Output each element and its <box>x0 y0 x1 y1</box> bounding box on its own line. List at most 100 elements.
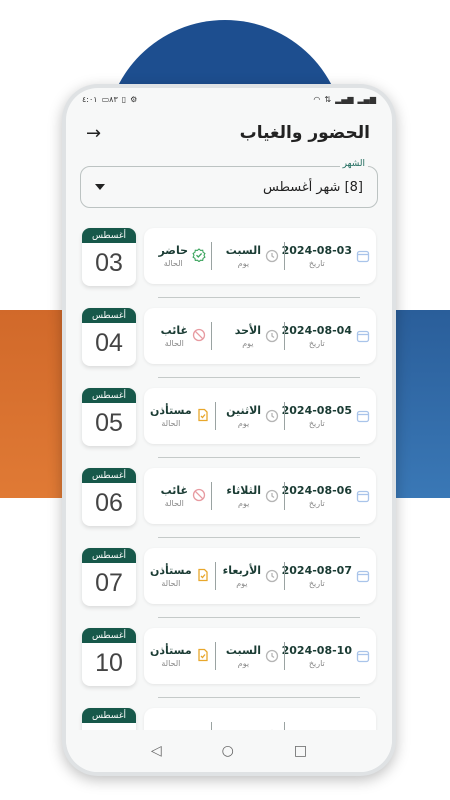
status-label: الحالة <box>164 339 184 348</box>
weekday-value: الثلاثاء <box>226 484 261 497</box>
status-label: الحالة <box>163 259 183 268</box>
status-cell: مستأذن الحالة <box>150 404 210 428</box>
attendance-row[interactable]: أغسطس 06 2024-08-06 تاريخ الثلاثاء يوم غ… <box>82 468 378 538</box>
attendance-row[interactable]: أغسطس 04 2024-08-04 تاريخ الأحد يوم غائب… <box>82 308 378 378</box>
clock-text: ٤:٠١ <box>82 94 98 104</box>
date-badge-month: أغسطس <box>82 468 136 483</box>
row-divider <box>158 297 360 298</box>
weekday-value: الأربعاء <box>222 564 262 577</box>
date-value: 2024-08-05 <box>281 404 352 417</box>
calendar-icon <box>356 490 370 503</box>
clock-icon <box>265 569 279 583</box>
divider <box>214 562 216 590</box>
row-divider <box>158 537 360 538</box>
clock-icon <box>265 329 279 343</box>
weekday-label: يوم <box>237 419 250 428</box>
attendance-row[interactable]: أغسطس 10 2024-08-10 تاريخ السبت يوم مستأ… <box>82 628 378 698</box>
app-header: الحضور والغياب → <box>66 110 392 156</box>
weekday-label: يوم <box>237 659 250 668</box>
status-value: مستأذن <box>150 404 192 417</box>
month-select[interactable]: [8] شهر أغسطس <box>80 166 378 208</box>
date-badge-month: أغسطس <box>82 388 136 403</box>
status-label: الحالة <box>164 499 184 508</box>
status-cell: مستأذن الحالة <box>150 564 210 588</box>
date-badge: أغسطس 06 <box>82 468 136 526</box>
date-badge-month: أغسطس <box>82 548 136 563</box>
weekday-label: يوم <box>237 259 250 268</box>
date-badge-month: أغسطس <box>82 708 136 723</box>
divider <box>284 402 285 430</box>
date-value: 2024-08-03 <box>281 244 352 257</box>
status-label: الحالة <box>161 579 181 588</box>
weekday-cell: الأحد يوم <box>217 324 279 348</box>
wifi-icon: ◠ <box>313 94 321 104</box>
status-cell: حاضر الحالة <box>150 244 206 268</box>
attendance-row[interactable]: أغسطس 05 2024-08-05 تاريخ الاثنين يوم مس… <box>82 388 378 458</box>
status-icon-slot <box>192 247 206 266</box>
check-badge-icon <box>192 247 206 262</box>
attendance-row[interactable]: أغسطس 07 2024-08-07 تاريخ الأربعاء يوم م… <box>82 548 378 618</box>
attendance-details: 2024-08-10 تاريخ السبت يوم مستأذن الحالة <box>144 628 376 684</box>
home-circle-icon[interactable]: ○ <box>222 743 234 759</box>
status-label: الحالة <box>161 419 181 428</box>
battery-level: ٨٣ <box>109 94 118 104</box>
divider <box>284 642 285 670</box>
back-arrow-icon[interactable]: → <box>86 123 101 144</box>
status-value: غائب <box>160 324 188 337</box>
page-title: الحضور والغياب <box>239 123 370 143</box>
signal-icon: ▂▄▆ <box>357 94 376 104</box>
date-badge-day: 05 <box>95 409 123 437</box>
data-speed-icon: ⇅ <box>324 94 332 104</box>
weekday-cell: الاثنين يوم <box>221 404 279 428</box>
status-value: مستأذن <box>150 644 192 657</box>
date-badge: أغسطس 04 <box>82 308 136 366</box>
calendar-icon <box>356 570 370 583</box>
date-badge-month: أغسطس <box>82 628 136 643</box>
date-cell: 2024-08-06 تاريخ <box>282 484 370 508</box>
date-label: تاريخ <box>308 579 325 588</box>
date-cell: 2024-08-05 تاريخ <box>282 404 370 428</box>
document-check-icon <box>198 408 208 421</box>
back-triangle-icon[interactable]: ◁ <box>151 743 162 759</box>
status-icon-slot <box>192 327 206 346</box>
date-value: 2024-08-10 <box>281 644 352 657</box>
document-check-icon <box>198 568 208 581</box>
date-badge: أغسطس 07 <box>82 548 136 606</box>
status-icon-slot <box>196 567 210 586</box>
background-blue-band <box>390 310 450 498</box>
weekday-value: الاثنين <box>226 404 262 417</box>
clock-icon <box>265 489 279 503</box>
attendance-details: 2024-08-04 تاريخ الأحد يوم غائب الحالة <box>144 308 376 364</box>
status-icon-slot <box>196 647 210 666</box>
attendance-details: 2024-08-06 تاريخ الثلاثاء يوم غائب الحال… <box>144 468 376 524</box>
divider <box>211 322 212 350</box>
weekday-value: الأحد <box>234 324 261 337</box>
weekday-value: السبت <box>225 644 262 657</box>
divider <box>211 242 212 270</box>
date-badge-day: 03 <box>95 249 123 277</box>
blocked-icon <box>192 488 206 501</box>
date-cell: 2024-08-03 تاريخ <box>282 244 370 268</box>
divider <box>284 562 285 590</box>
status-cell: غائب الحالة <box>150 324 206 348</box>
row-divider <box>158 617 360 618</box>
vibrate-icon: ▯ <box>121 94 127 104</box>
status-value: غائب <box>160 484 188 497</box>
month-select-value: [8] شهر أغسطس <box>263 179 363 195</box>
phone-screen: ٤:٠١ ▭٨٣ ▯ ⚙ ◠ ⇅ ▂▄▆ ▂▄▆ الحضور والغياب … <box>66 88 392 772</box>
divider <box>284 322 285 350</box>
status-icon-slot <box>196 407 210 426</box>
status-label: الحالة <box>161 659 181 668</box>
date-cell: 2024-08-10 تاريخ <box>282 644 370 668</box>
date-badge-day: 07 <box>95 569 123 597</box>
weekday-cell: السبت يوم <box>221 644 279 668</box>
weekday-cell: السبت يوم <box>217 244 279 268</box>
recents-square-icon[interactable]: □ <box>294 743 307 759</box>
signal-icon: ▂▄▆ <box>335 94 354 104</box>
attendance-row[interactable]: أغسطس 03 2024-08-03 تاريخ السبت يوم حاضر… <box>82 228 378 298</box>
clock-icon <box>265 409 279 423</box>
weekday-cell: الثلاثاء يوم <box>217 484 279 508</box>
date-badge: أغسطس 05 <box>82 388 136 446</box>
attendance-details: 2024-08-05 تاريخ الاثنين يوم مستأذن الحا… <box>144 388 376 444</box>
calendar-icon <box>356 330 370 343</box>
